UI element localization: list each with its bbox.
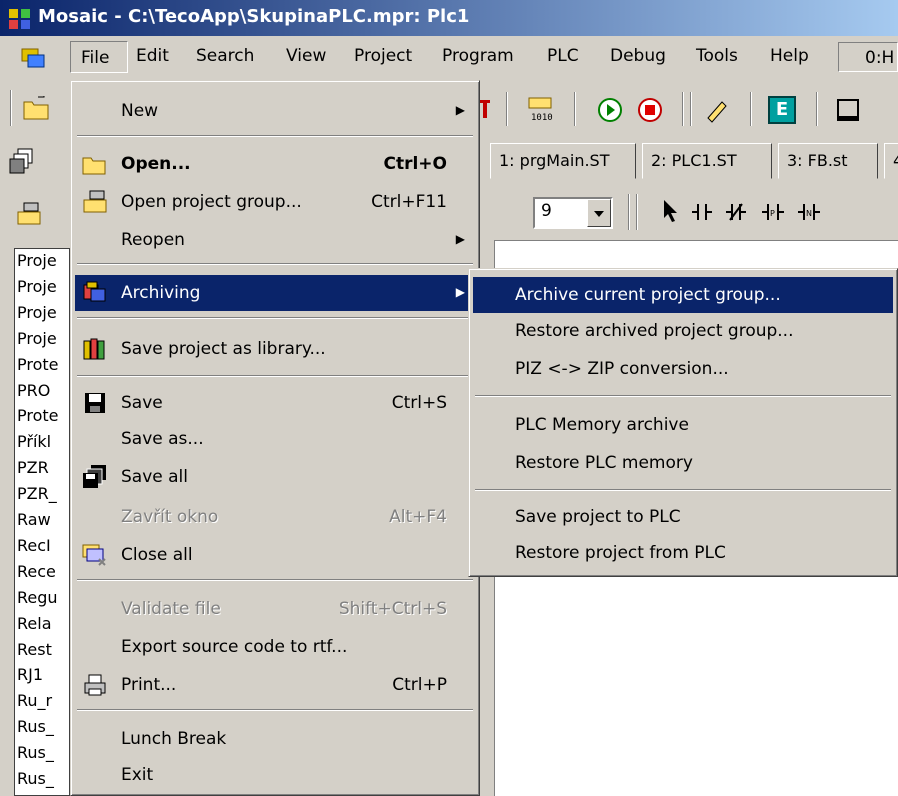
list-item[interactable]: Rece xyxy=(17,562,56,581)
list-item[interactable]: Rela xyxy=(17,614,52,633)
plc-binary-icon[interactable]: 1010 xyxy=(526,94,556,124)
submenu-item-piz-zip[interactable]: PIZ <-> ZIP conversion... xyxy=(473,351,893,387)
chevron-down-icon[interactable] xyxy=(587,199,611,227)
list-item[interactable]: Proje xyxy=(17,329,57,348)
submenu-arrow-icon: ▶ xyxy=(455,285,465,299)
tab-plc1[interactable]: 2: PLC1.ST xyxy=(642,143,772,179)
archiving-submenu: Archive current project group... Restore… xyxy=(468,268,898,577)
floppy-disk-icon xyxy=(85,393,105,413)
list-item[interactable]: Regu xyxy=(17,588,58,607)
network-number-combo[interactable]: 9 xyxy=(533,197,613,229)
list-item[interactable]: Prote xyxy=(17,406,59,425)
open-project-group-small-icon[interactable] xyxy=(14,200,44,230)
project-list-panel[interactable]: Proje Proje Proje Proje Prote PRO Prote Příkl PZ… xyxy=(14,248,70,796)
title-bar[interactable]: Mosaic - C:\TecoApp\SkupinaPLC.mpr: Plc1 xyxy=(0,0,898,36)
menu-item-close-window: Zavřít okno Alt+F4 xyxy=(121,507,447,527)
svg-text:1010: 1010 xyxy=(531,113,553,123)
list-item[interactable]: PZR_ xyxy=(17,484,57,503)
submenu-item-restore-plc-memory[interactable]: Restore PLC memory xyxy=(473,445,893,481)
project-manager-icon[interactable] xyxy=(20,45,46,69)
open-folder-icon[interactable] xyxy=(22,94,52,122)
pencil-icon[interactable] xyxy=(704,96,730,124)
menu-search[interactable]: Search xyxy=(196,46,254,66)
submenu-item-restore-archived[interactable]: Restore archived project group... xyxy=(473,313,893,349)
svg-text:N: N xyxy=(806,209,812,218)
status-indicator: 0:H xyxy=(838,42,898,72)
save-all-icon xyxy=(83,465,106,488)
window-icon[interactable] xyxy=(834,96,862,124)
project-tree-icon[interactable] xyxy=(8,146,38,176)
menu-item-validate-file: Validate file Shift+Ctrl+S xyxy=(121,599,447,619)
menu-file[interactable]: File xyxy=(70,41,128,73)
menu-item-print[interactable]: Print... Ctrl+P xyxy=(75,667,475,703)
list-item[interactable]: RJ1 xyxy=(17,665,43,684)
menu-item-close-all[interactable]: Close all xyxy=(75,537,475,573)
list-item[interactable]: Proje xyxy=(17,277,57,296)
window-title: Mosaic - C:\TecoApp\SkupinaPLC.mpr: Plc1 xyxy=(38,6,470,27)
list-item[interactable]: Raw xyxy=(17,510,51,529)
list-item[interactable]: PZR xyxy=(17,458,49,477)
tab-fb[interactable]: 3: FB.st xyxy=(778,143,878,179)
menu-item-save-as[interactable]: Save as... xyxy=(75,421,475,457)
run-icon[interactable] xyxy=(596,96,624,124)
list-item[interactable]: RecI xyxy=(17,536,51,555)
printer-icon xyxy=(84,674,106,696)
submenu-arrow-icon: ▶ xyxy=(455,103,465,117)
menu-view[interactable]: View xyxy=(286,46,326,66)
menu-edit[interactable]: Edit xyxy=(136,46,169,66)
menu-item-new[interactable]: New ▶ xyxy=(75,93,475,129)
list-item[interactable]: Proje xyxy=(17,251,57,270)
stop-icon[interactable] xyxy=(636,96,664,124)
list-item[interactable]: PRO xyxy=(17,381,50,400)
submenu-item-plc-memory-archive[interactable]: PLC Memory archive xyxy=(473,407,893,443)
list-item[interactable]: Prote xyxy=(17,355,59,374)
ladder-contacts-icon[interactable]: P N xyxy=(690,198,898,226)
archive-icon xyxy=(83,281,106,302)
list-item[interactable]: Rus_ xyxy=(17,717,54,736)
menu-item-archiving[interactable]: Archiving ▶ xyxy=(75,275,475,311)
menu-item-lunch-break[interactable]: Lunch Break xyxy=(75,721,475,757)
menu-item-save-as-library[interactable]: Save project as library... xyxy=(75,331,475,367)
library-icon xyxy=(83,338,105,360)
submenu-item-archive-current[interactable]: Archive current project group... xyxy=(473,277,893,313)
submenu-item-save-project-to-plc[interactable]: Save project to PLC xyxy=(473,499,893,535)
menu-item-save[interactable]: Save Ctrl+S xyxy=(75,385,475,421)
file-menu: New ▶ Open... Ctrl+O Open project group.… xyxy=(70,80,480,796)
menu-item-open[interactable]: Open... Ctrl+O xyxy=(75,146,475,182)
tab-prgmain[interactable]: 1: prgMain.ST xyxy=(490,143,636,179)
menu-item-open-project-group[interactable]: Open project group... Ctrl+F11 xyxy=(75,184,475,220)
menu-program[interactable]: Program xyxy=(442,46,514,66)
cursor-arrow-icon[interactable] xyxy=(658,196,682,226)
menu-item-export-rtf[interactable]: Export source code to rtf... xyxy=(75,629,475,665)
menu-tools[interactable]: Tools xyxy=(696,46,738,66)
svg-text:P: P xyxy=(770,209,775,218)
menu-debug[interactable]: Debug xyxy=(610,46,666,66)
submenu-item-restore-project-from-plc[interactable]: Restore project from PLC xyxy=(473,535,893,571)
app-icon xyxy=(9,9,30,29)
menu-item-save-all[interactable]: Save all xyxy=(75,459,475,495)
list-item[interactable]: Rest xyxy=(17,640,52,659)
submenu-arrow-icon: ▶ xyxy=(455,232,465,246)
close-all-icon xyxy=(82,544,106,566)
list-item[interactable]: Rus_ xyxy=(17,769,54,788)
e-button[interactable]: E xyxy=(768,96,796,124)
list-item[interactable]: Proje xyxy=(17,303,57,322)
list-item[interactable]: Příkl xyxy=(17,432,51,451)
menu-item-exit[interactable]: Exit xyxy=(75,757,475,793)
tab-4[interactable]: 4 xyxy=(884,143,898,179)
toolbar-function-icon[interactable] xyxy=(478,96,496,122)
open-project-group-icon xyxy=(83,190,107,213)
list-item[interactable]: Ru_r xyxy=(17,691,52,710)
list-item[interactable]: Rus_ xyxy=(17,743,54,762)
open-folder-icon xyxy=(82,157,106,175)
menu-project[interactable]: Project xyxy=(354,46,412,66)
menu-plc[interactable]: PLC xyxy=(547,46,579,66)
menu-item-reopen[interactable]: Reopen ▶ xyxy=(75,222,475,258)
menu-help[interactable]: Help xyxy=(770,46,809,66)
